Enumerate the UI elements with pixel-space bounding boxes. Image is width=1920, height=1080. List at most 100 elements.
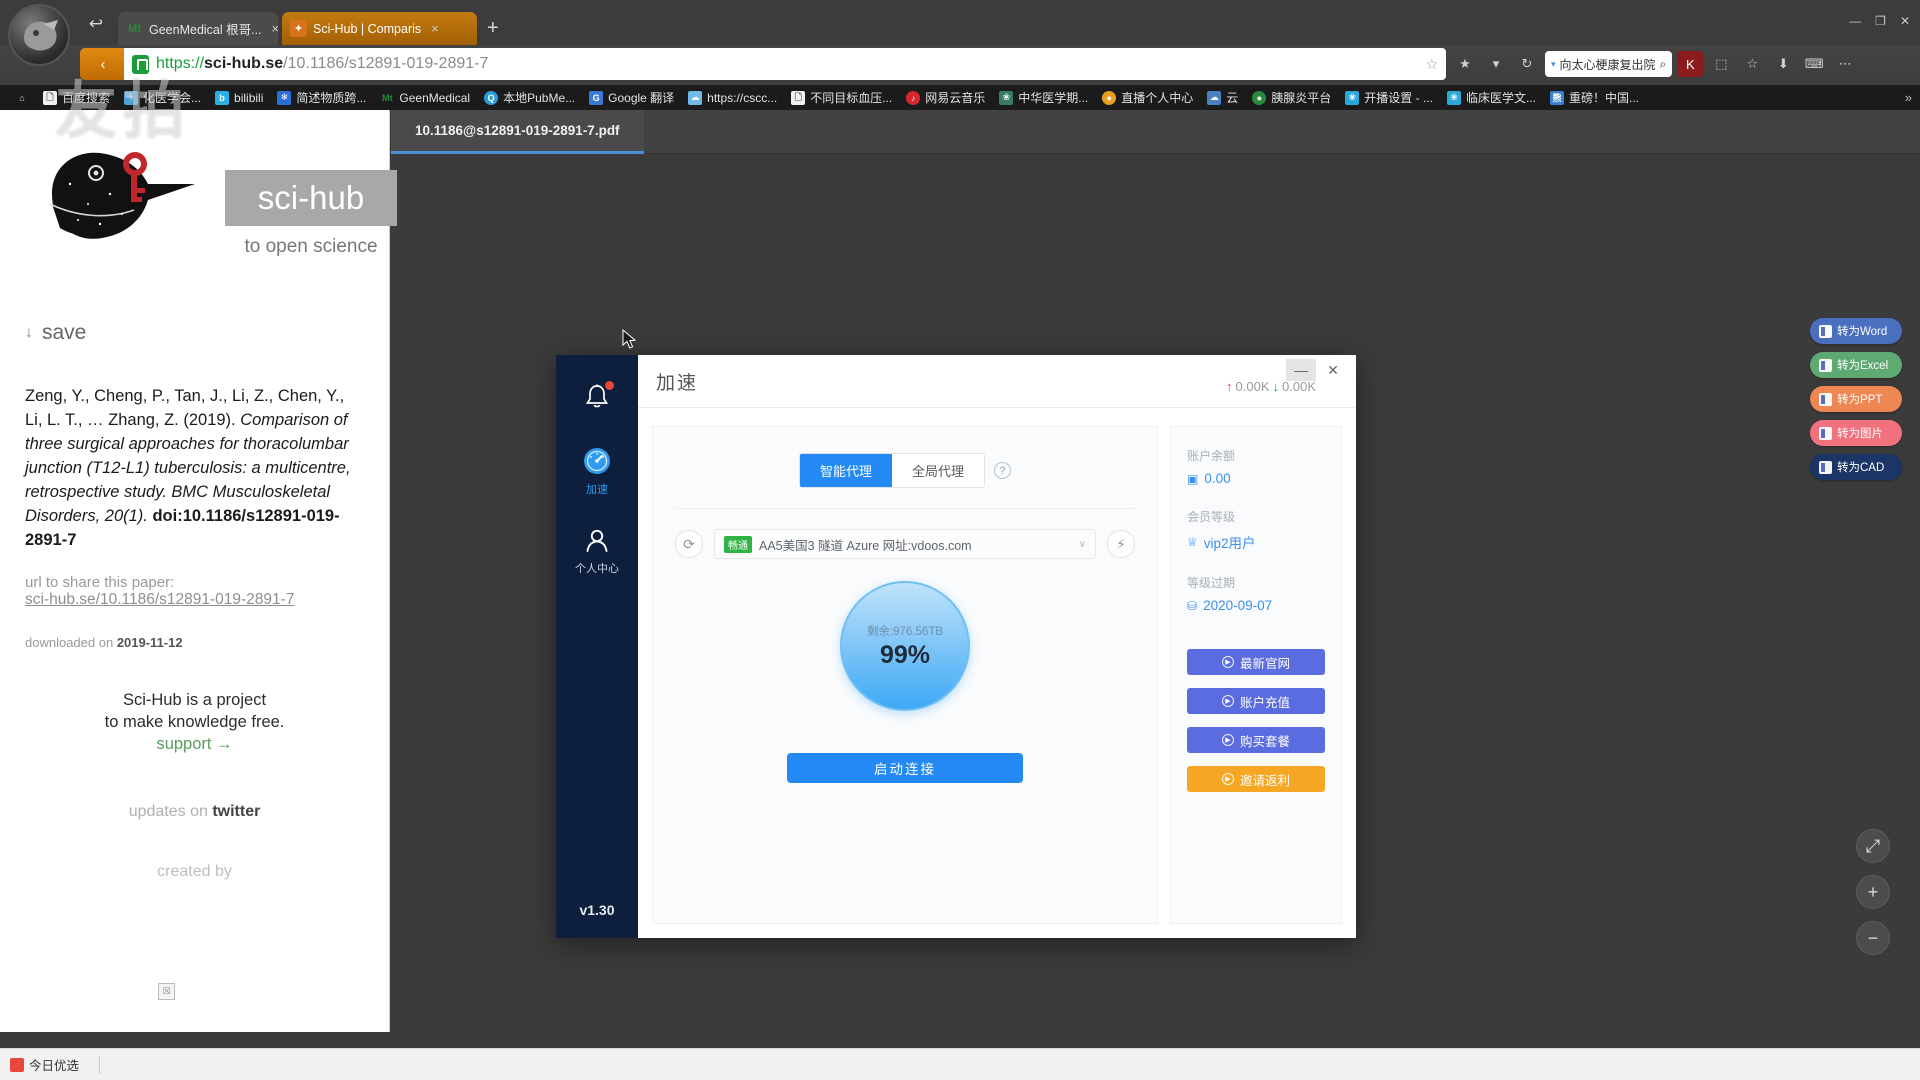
bookmark-item[interactable]: ❄ 简述物质跨... (270, 87, 373, 109)
tab-close-icon[interactable]: × (431, 21, 439, 36)
tab-smart-proxy[interactable]: 智能代理 (799, 454, 892, 487)
bookmark-item[interactable]: ⚕ 化医学会... (117, 87, 208, 109)
bookmark-home[interactable]: ⌂ (8, 87, 36, 109)
convert-label: 转为CAD (1837, 462, 1885, 474)
share-url-link[interactable]: sci-hub.se/10.1186/s12891-019-2891-7 (25, 591, 364, 609)
reload-icon[interactable]: ↻ (1514, 51, 1540, 77)
browser-tab-geenmedical[interactable]: Mt GeenMedical 根哥... × (118, 12, 280, 45)
bookmark-star-icon[interactable]: ☆ (1425, 56, 1438, 73)
tools-icon[interactable]: ⌨ (1801, 51, 1827, 77)
bookmark-item[interactable]: ● 胰腺炎平台 (1245, 87, 1338, 109)
search-icon[interactable]: ⌕ (1660, 57, 1667, 72)
url-host: sci-hub.se (204, 55, 284, 72)
project-line-2: to make knowledge free. (104, 713, 285, 732)
address-bar[interactable]: https:// sci-hub.se /10.1186/s12891-019-… (124, 48, 1446, 80)
bookmark-label: 简述物质跨... (296, 91, 367, 105)
new-tab-button[interactable]: + (487, 18, 499, 38)
bookmark-item[interactable]: ❀ 开播设置 - ... (1338, 87, 1440, 109)
start-connection-button[interactable]: 启动连接 (787, 753, 1023, 783)
bookmark-item[interactable]: b bilibili (208, 87, 270, 109)
vpn-nav-user-center[interactable]: 个人中心 (556, 527, 638, 576)
star-icon[interactable]: ★ (1452, 51, 1478, 77)
support-link[interactable]: support → (25, 734, 364, 756)
bookmark-favicon-icon: 熊 (1549, 90, 1564, 105)
convert-buttons-rail: 转为Word 转为Excel 转为PPT 转为图片 转为CAD (1810, 318, 1902, 480)
recharge-account-button[interactable]: ▶ 账户充值 (1187, 688, 1325, 714)
convert-to-word-button[interactable]: 转为Word (1810, 318, 1902, 344)
vpn-close-button[interactable]: ✕ (1318, 359, 1348, 381)
convert-label: 转为Word (1837, 326, 1888, 338)
bookmark-label: 开播设置 - ... (1364, 91, 1433, 105)
bookmark-item[interactable]: 🗋 百度搜索 (36, 87, 117, 109)
invite-rebate-button[interactable]: ▶ 邀请返利 (1187, 766, 1325, 792)
bookmark-item[interactable]: 熊重磅！中国... (1543, 87, 1646, 109)
official-site-button[interactable]: ▶ 最新官网 (1187, 649, 1325, 675)
speed-test-button[interactable]: ⚡ (1107, 530, 1135, 558)
proxy-mode-tabs: 智能代理 全局代理 ? (653, 453, 1157, 488)
bookmark-item[interactable]: Q 本地PubMe... (477, 87, 582, 109)
bookmark-label: 化医学会... (143, 91, 202, 105)
project-blurb: Sci-Hub is a project to make knowledge f… (25, 690, 364, 755)
vpn-minimize-button[interactable]: — (1286, 359, 1316, 381)
menu-icon[interactable]: ⋯ (1832, 51, 1858, 77)
bookmark-item[interactable]: ❀ 临床医学文... (1440, 87, 1543, 109)
refresh-servers-button[interactable]: ⟳ (675, 530, 703, 558)
zoom-out-button[interactable]: − (1856, 921, 1890, 955)
cad-icon (1819, 460, 1832, 474)
convert-to-excel-button[interactable]: 转为Excel (1810, 352, 1902, 378)
bookmark-item[interactable]: ☁ https://cscc... (681, 87, 784, 109)
bookmark-item[interactable]: ♪ 网易云音乐 (899, 87, 992, 109)
vpn-right-panel: 账户余额 ▣ 0.00 会员等级 ♕ vip2用户 等级过期 ⛁ 2020-09… (1170, 426, 1342, 924)
scihub-brand: sci-hub to open science (25, 128, 397, 273)
url-bar-row: ‹ https:// sci-hub.se /10.1186/s12891-01… (0, 45, 1920, 85)
zoom-in-button[interactable]: + (1856, 875, 1890, 909)
chevron-down-icon[interactable]: ▾ (1483, 51, 1509, 77)
traffic-gauge: 剩余:976.56TB 99% (840, 581, 970, 711)
bookmark-item[interactable]: 🗋 不同目标血压... (784, 87, 899, 109)
browser-tab-scihub[interactable]: ✦ Sci-Hub | Comparis × (282, 12, 477, 45)
tab-global-proxy[interactable]: 全局代理 (892, 454, 985, 487)
kingsoft-icon[interactable]: K (1677, 51, 1704, 77)
convert-to-cad-button[interactable]: 转为CAD (1810, 454, 1902, 480)
vpn-nav-accelerate[interactable]: 加速 (556, 446, 638, 497)
bookmark-item[interactable]: Mt GeenMedical (373, 87, 477, 109)
vpn-header: 加速 ↑ 0.00K ↓ 0.00K — ✕ (638, 355, 1356, 408)
download-arrow-icon: ↓ (25, 324, 33, 341)
buy-package-button[interactable]: ▶ 购买套餐 (1187, 727, 1325, 753)
play-icon: ▶ (1221, 656, 1234, 668)
minimize-icon[interactable]: — (1849, 14, 1861, 28)
close-window-icon[interactable]: ✕ (1900, 14, 1910, 28)
nav-back-button[interactable]: ‹ (80, 48, 126, 80)
tab-close-icon[interactable]: × (272, 21, 280, 36)
vpn-nav-notifications[interactable] (556, 381, 638, 416)
maximize-icon[interactable]: ❐ (1875, 14, 1886, 28)
fit-page-button[interactable]: ⤢ (1856, 829, 1890, 863)
pdf-tab[interactable]: 10.1186@s12891-019-2891-7.pdf (391, 110, 644, 154)
bookmark-label: GeenMedical (399, 90, 471, 105)
history-back-icon[interactable]: ↩ (85, 15, 107, 34)
help-icon[interactable]: ? (994, 462, 1012, 479)
extension-icon[interactable]: ⬚ (1708, 51, 1734, 77)
bookmark-item[interactable]: ☁ 云 (1200, 87, 1245, 109)
downloaded-prefix: downloaded on (25, 635, 117, 651)
bookmarks-overflow-icon[interactable]: » (1905, 90, 1912, 105)
save-label: save (42, 321, 87, 344)
updates-line: updates on twitter (25, 803, 364, 821)
bookmark-item[interactable]: ● 直播个人中心 (1095, 87, 1200, 109)
convert-to-ppt-button[interactable]: 转为PPT (1810, 386, 1902, 412)
taskbar-item-today-deals[interactable]: 今日优选 (10, 1055, 79, 1074)
save-button[interactable]: ↓ save (25, 321, 364, 345)
expiry-label: 等级过期 (1187, 576, 1236, 590)
download-icon[interactable]: ⬇ (1770, 51, 1796, 77)
server-select[interactable]: 畅通 AA5美国3 隧道 Azure 网址:vdoos.com ∨ (714, 529, 1096, 559)
bookmark-item[interactable]: G Google 翻译 (582, 87, 681, 109)
project-line-1: Sci-Hub is a project (122, 691, 267, 710)
browser-toolbar-right: ★ ▾ ↻ ▾ 向太心梗康复出院 ⌕ K ⬚ ☆ ⬇ ⌨ ⋯ (1452, 48, 1858, 80)
convert-label: 转为图片 (1837, 428, 1883, 440)
convert-to-image-button[interactable]: 转为图片 (1810, 420, 1902, 446)
account-balance-value-row: ▣ 0.00 (1187, 471, 1325, 486)
favorites-icon[interactable]: ☆ (1739, 51, 1765, 77)
search-box[interactable]: ▾ 向太心梗康复出院 ⌕ (1545, 51, 1673, 77)
twitter-link[interactable]: twitter (212, 803, 260, 820)
bookmark-item[interactable]: ❀ 中华医学期... (992, 87, 1095, 109)
